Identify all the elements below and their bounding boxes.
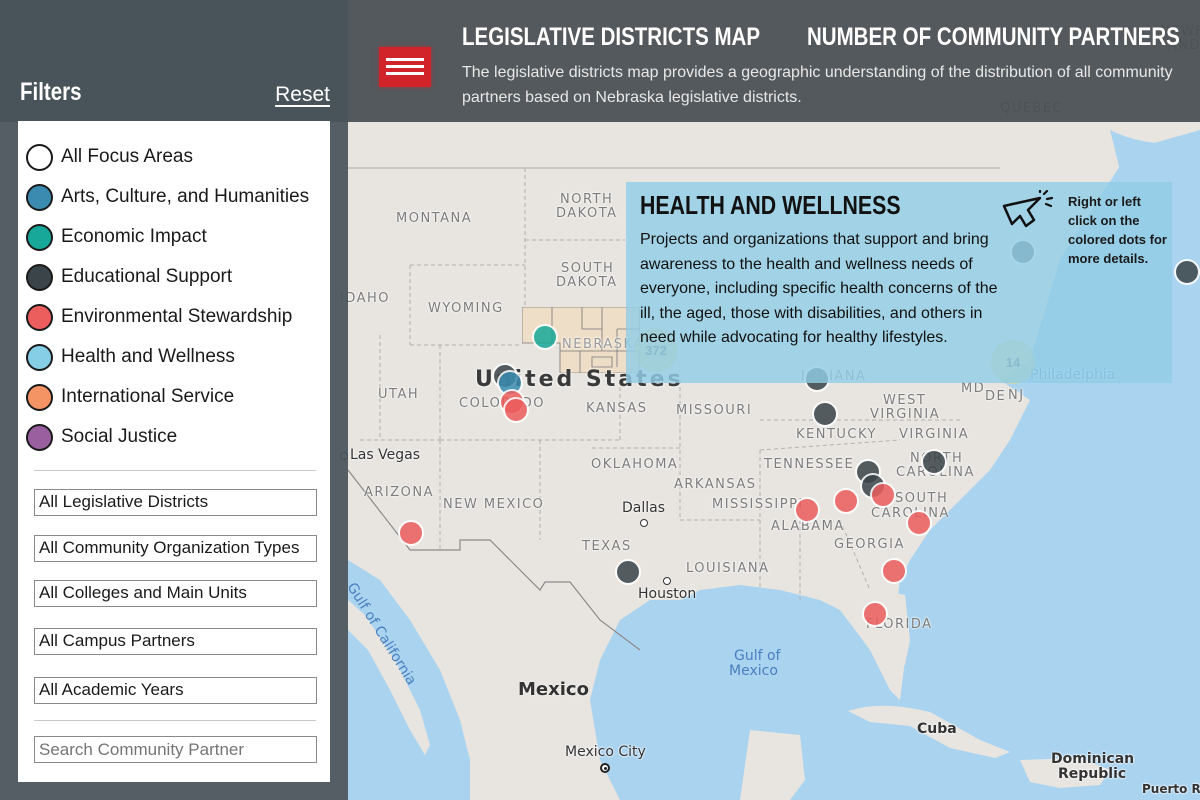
city-dot-dallas xyxy=(640,519,648,527)
partner-marker[interactable] xyxy=(862,601,888,627)
map-gulf-of-california xyxy=(348,560,470,800)
focus-area-economic-impact[interactable]: Economic Impact xyxy=(26,222,207,252)
focus-area-label: Environmental Stewardship xyxy=(61,306,293,327)
academic-year-select[interactable]: All Academic Years xyxy=(34,677,317,704)
focus-area-label: Health and Wellness xyxy=(61,346,235,367)
focus-area-educational-support[interactable]: Educational Support xyxy=(26,262,232,292)
hamburger-line xyxy=(386,72,424,75)
city-dot-houston xyxy=(663,577,671,585)
circle-icon xyxy=(26,303,53,331)
partner-marker[interactable] xyxy=(833,488,859,514)
circle-icon xyxy=(26,383,53,411)
partner-marker[interactable] xyxy=(812,401,838,427)
focus-area-social-justice[interactable]: Social Justice xyxy=(26,422,177,452)
college-main-unit-select[interactable]: All Colleges and Main Units xyxy=(34,580,317,607)
map-description: The legislative districts map provides a… xyxy=(462,64,1173,106)
circle-icon xyxy=(26,423,53,451)
focus-area-arts-culture-humanities[interactable]: Arts, Culture, and Humanities xyxy=(26,182,309,212)
partner-marker[interactable] xyxy=(615,559,641,585)
circle-icon xyxy=(26,263,53,291)
partner-marker[interactable] xyxy=(398,520,424,546)
circle-icon xyxy=(26,183,53,211)
search-community-partner-input[interactable] xyxy=(34,736,317,763)
hamburger-menu-button[interactable] xyxy=(379,47,431,87)
partner-marker[interactable] xyxy=(794,497,820,523)
divider xyxy=(34,720,316,721)
partner-marker[interactable] xyxy=(921,449,947,475)
circle-icon xyxy=(26,343,53,371)
hamburger-line xyxy=(386,65,424,68)
focus-area-label: Educational Support xyxy=(61,266,233,287)
focus-area-environmental-stewardship[interactable]: Environmental Stewardship xyxy=(26,302,292,332)
partner-marker[interactable] xyxy=(532,324,558,350)
partner-marker[interactable] xyxy=(870,482,896,508)
partner-marker[interactable] xyxy=(906,510,932,536)
focus-area-international-service[interactable]: International Service xyxy=(26,382,234,412)
partner-marker[interactable] xyxy=(1174,259,1200,285)
divider xyxy=(34,470,316,471)
focus-area-label: Economic Impact xyxy=(61,226,207,247)
circle-icon xyxy=(26,223,53,251)
partner-marker[interactable] xyxy=(881,558,907,584)
focus-area-label: International Service xyxy=(61,386,235,407)
map-yucatan xyxy=(740,730,805,800)
hamburger-menu-icon xyxy=(386,58,424,61)
filters-sidebar: Filters Reset All Focus Areas Arts, Cult… xyxy=(0,0,348,800)
info-box-description: Projects and organizations that support … xyxy=(640,231,998,346)
focus-area-label: All Focus Areas xyxy=(61,146,193,167)
focus-area-label: Social Justice xyxy=(61,426,178,447)
info-box-hint: Right or left click on the colored dots … xyxy=(1068,194,1167,266)
focus-area-info-box: HEALTH AND WELLNESS Projects and organiz… xyxy=(626,182,1172,383)
filters-title: Filters xyxy=(20,78,82,106)
focus-area-label: Arts, Culture, and Humanities xyxy=(61,186,310,207)
map-subtitle-tab[interactable]: NUMBER OF COMMUNITY PARTNERS xyxy=(807,23,1180,52)
focus-area-health-wellness[interactable]: Health and Wellness xyxy=(26,342,235,372)
campus-partner-select[interactable]: All Campus Partners xyxy=(34,628,317,655)
cursor-click-icon xyxy=(1002,190,1054,228)
focus-area-all[interactable]: All Focus Areas xyxy=(26,142,193,172)
filter-panel: All Focus Areas Arts, Culture, and Human… xyxy=(18,121,330,782)
reset-link[interactable]: Reset xyxy=(275,83,330,107)
capital-dot-mexico-city xyxy=(600,763,610,773)
map-title: LEGISLATIVE DISTRICTS MAP xyxy=(462,23,761,51)
legislative-district-select[interactable]: All Legislative Districts xyxy=(34,489,317,516)
circle-icon xyxy=(26,143,53,171)
partner-marker[interactable] xyxy=(503,397,529,423)
community-organization-type-select[interactable]: All Community Organization Types xyxy=(34,535,317,562)
info-box-title: HEALTH AND WELLNESS xyxy=(640,190,901,220)
